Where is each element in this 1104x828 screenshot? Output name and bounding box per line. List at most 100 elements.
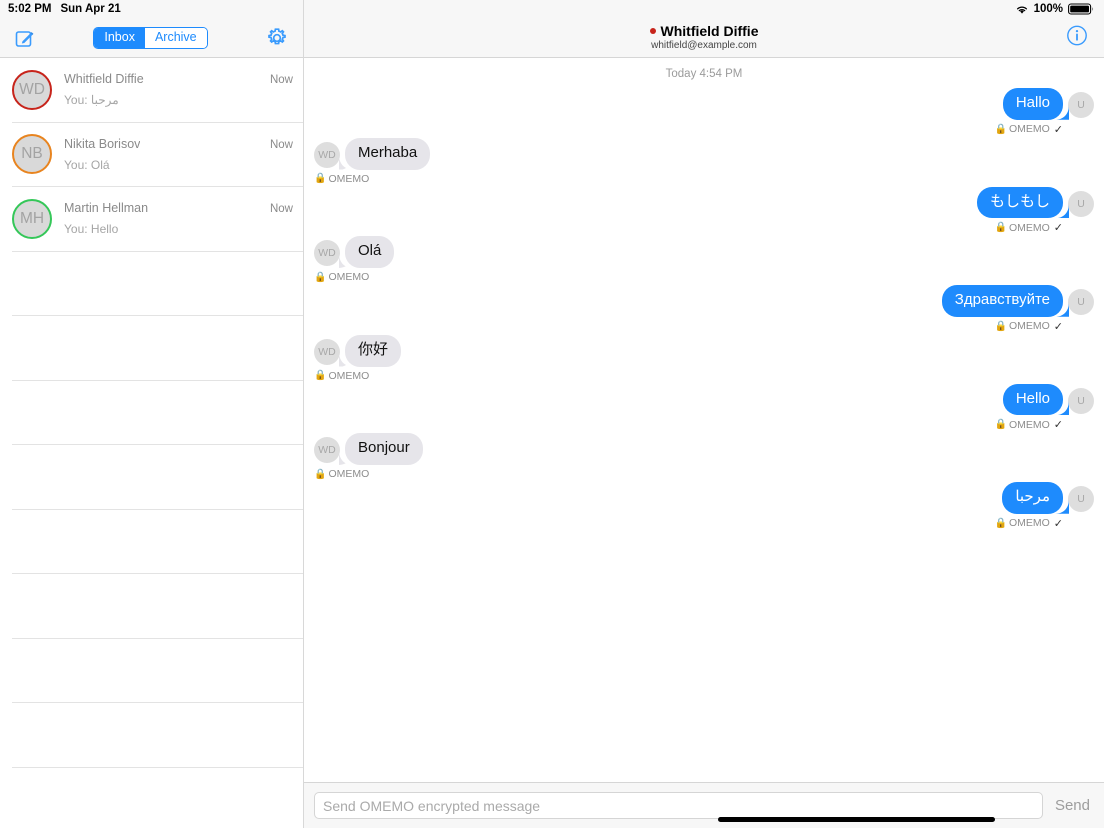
settings-button[interactable] [265,26,289,50]
conversation-list: WD Whitfield Diffie Now You: مرحبا NB Nikita … [0,58,303,828]
message-avatar: WD [314,338,340,365]
incoming-message: WD Merhaba 🔒 OMEMO [304,137,1104,185]
outgoing-message: もしもし U 🔒 OMEMO ✓ [304,186,1104,235]
info-icon [1067,25,1087,45]
conversation-row-empty [12,316,303,381]
chat-header: Whitfield Diffie whitfield@example.com [304,18,1104,58]
outgoing-message: Hallo U 🔒 OMEMO ✓ [304,88,1104,136]
lock-icon: 🔒 [994,517,1007,529]
compose-button[interactable] [14,27,36,49]
message-meta: 🔒 OMEMO [314,271,394,283]
lock-icon: 🔒 [994,123,1007,135]
lock-icon: 🔒 [994,320,1007,332]
message-bubble[interactable]: もしもし [976,186,1063,219]
app-root: 5:02 PM Sun Apr 21 Inbox Archive WD Whit… [0,0,1104,828]
chat-contact-jid: whitfield@example.com [651,39,757,51]
outgoing-message: Hello U 🔒 OMEMO ✓ [304,383,1104,432]
conversation-row-empty [12,445,303,510]
wifi-icon [1016,6,1027,14]
lock-icon: 🔒 [314,173,327,184]
page-title: Whitfield Diffie [649,22,759,39]
conversation-name: Martin Hellman [64,201,149,216]
conversation-row-empty [12,639,303,703]
conversation-row-empty [12,768,303,828]
conversation-preview: You: Olá [64,157,110,172]
lock-icon: 🔒 [314,468,327,480]
encryption-label: OMEMO [328,271,370,283]
message-list: Today 4:54 PM Hallo U 🔒 OMEMO ✓ WD Merhaba 🔒 OME… [304,58,1104,782]
contact-info-button[interactable] [1066,24,1088,51]
message-bubble[interactable]: Bonjour [345,433,423,465]
messages-container: Hallo U 🔒 OMEMO ✓ WD Merhaba 🔒 OMEMO もしもし U 🔒 OMEMO ✓… [304,88,1104,530]
message-bubble[interactable]: Olá [345,236,395,268]
message-avatar: U [1068,387,1094,414]
conversation-row[interactable]: WD Whitfield Diffie Now You: مرحبا [12,58,303,123]
conversation-summary: Whitfield Diffie Now You: مرحبا [64,72,293,107]
message-bubble[interactable]: Hallo [1002,88,1063,120]
conversation-row[interactable]: MH Martin Hellman Now You: Hello [12,187,303,252]
message-avatar: WD [314,437,340,464]
day-separator: Today 4:54 PM [665,68,743,80]
incoming-message: WD Olá 🔒 OMEMO [304,236,1104,283]
message-meta: 🔒 OMEMO [314,173,430,185]
lock-icon: 🔒 [994,222,1007,234]
conversation-row[interactable]: NB Nikita Borisov Now You: Olá [12,123,303,187]
incoming-message: WD 你好 🔒 OMEMO [304,334,1104,382]
avatar: MH [12,198,52,239]
message-bubble[interactable]: Merhaba [345,137,431,170]
encryption-label: OMEMO [328,468,370,480]
message-bubble[interactable]: مرحبا [1002,482,1063,514]
conversation-row-empty [12,574,303,639]
chat-status-bar: 100% [304,0,1104,18]
message-meta: 🔒 OMEMO [314,468,423,480]
conversation-summary: Nikita Borisov Now You: Olá [64,137,293,172]
message-avatar: U [1068,289,1094,315]
message-meta: 🔒 OMEMO ✓ [994,221,1094,235]
message-avatar: WD [314,240,340,267]
message-avatar: U [1068,190,1094,217]
sidebar-toolbar: Inbox Archive [0,18,303,58]
incoming-message: WD Bonjour 🔒 OMEMO [304,433,1104,480]
message-meta: 🔒 OMEMO ✓ [994,418,1094,432]
conversation-name: Whitfield Diffie [64,72,144,87]
message-avatar: U [1068,92,1094,118]
send-button[interactable]: Send [1055,797,1094,814]
message-bubble[interactable]: Hello [1002,383,1063,416]
message-bubble[interactable]: Здравствуйте [941,285,1063,317]
checkmark-icon: ✓ [1053,517,1063,530]
conversation-preview: You: مرحبا [64,93,119,108]
status-bar: 5:02 PM Sun Apr 21 [0,0,303,18]
chat-pane: 100% Whitfield Diffie whitfield@example.… [304,0,1104,828]
conversations-sidebar: 5:02 PM Sun Apr 21 Inbox Archive WD Whit… [0,0,304,828]
lock-icon: 🔒 [994,419,1007,431]
battery-icon [1068,3,1094,15]
segment-inbox[interactable]: Inbox [94,27,145,48]
message-meta: 🔒 OMEMO [314,370,401,382]
lock-icon: 🔒 [314,370,327,381]
conversation-row-empty [12,703,303,768]
conversation-row-empty [12,252,303,316]
outgoing-message: مرحبا U 🔒 OMEMO ✓ [304,482,1104,530]
encryption-label: OMEMO [1008,123,1050,136]
segment-archive[interactable]: Archive [144,27,207,48]
checkmark-icon: ✓ [1053,320,1063,333]
avatar: WD [12,69,52,110]
conversation-summary: Martin Hellman Now You: Hello [64,201,293,236]
compose-icon [15,30,34,47]
message-avatar: U [1068,486,1094,512]
conversation-name: Nikita Borisov [64,136,141,151]
message-meta: 🔒 OMEMO ✓ [994,517,1094,530]
inbox-archive-segmented-control[interactable]: Inbox Archive [93,26,208,49]
encryption-label: OMEMO [328,172,370,185]
message-bubble[interactable]: 你好 [345,334,402,367]
conversation-row-empty [12,381,303,445]
avatar: NB [12,134,52,175]
conversation-row-empty [12,510,303,574]
encryption-label: OMEMO [1008,517,1050,530]
encryption-label: OMEMO [1008,221,1050,234]
battery-percent-label: 100% [1033,3,1063,15]
chat-contact-name: Whitfield Diffie [660,22,759,39]
message-input[interactable] [314,792,1043,819]
message-meta: 🔒 OMEMO ✓ [994,320,1094,333]
checkmark-icon: ✓ [1053,222,1063,235]
